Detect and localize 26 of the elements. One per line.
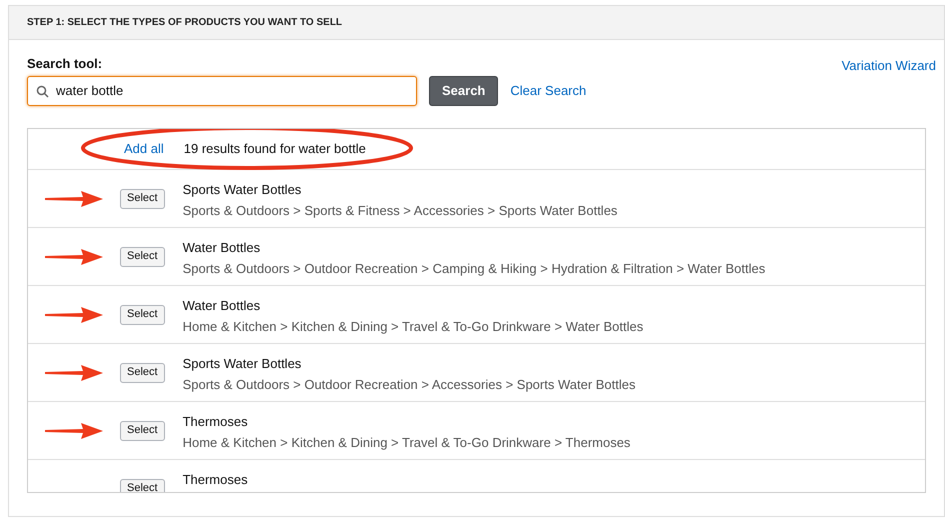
select-button[interactable]: Select	[120, 478, 165, 492]
clear-search-link[interactable]: Clear Search	[510, 80, 586, 100]
select-button[interactable]: Select	[120, 420, 165, 440]
category-path: Home & Kitchen > Kitchen & Dining > Travel & To-Go Drinkware > Water Bottles	[182, 318, 644, 336]
category-name: Sports Water Bottles	[182, 180, 302, 199]
search-icon	[36, 84, 49, 98]
category-path: Sports & Outdoors > Outdoor Recreation > Camping & Hiking > Hydration & Filtration > Water Bottles	[182, 260, 766, 278]
search-field[interactable]: water bottle	[27, 76, 417, 106]
panel-header: STEP 1: SELECT THE TYPES OF PRODUCTS YOU WANT TO SELL	[9, 6, 944, 40]
category-name: Water Bottles	[182, 296, 262, 314]
category-name: Thermoses	[182, 412, 249, 430]
add-all-link[interactable]: Add all	[124, 138, 164, 158]
select-button[interactable]: Select	[120, 188, 165, 208]
category-path: Sports & Outdoors > Outdoor Recreation > Accessories > Sports Water Bottles	[182, 376, 636, 394]
category-path: Home & Kitchen > Kitchen & Dining > Travel & To-Go Drinkware > Thermoses	[182, 434, 630, 452]
category-name: Sports Water Bottles	[182, 354, 302, 373]
variation-wizard-link[interactable]: Variation Wizard	[842, 56, 936, 76]
category-path: Sports & Outdoors > Sports & Fitness > Accessories > Sports Water Bottles	[182, 202, 618, 220]
select-button[interactable]: Select	[120, 304, 165, 324]
select-button[interactable]: Select	[120, 362, 165, 382]
results-summary: 19 results found for water bottle	[184, 140, 366, 158]
search-button[interactable]: Search	[429, 76, 498, 106]
select-button[interactable]: Select	[120, 246, 165, 266]
search-label: Search tool:	[27, 55, 104, 73]
category-name: Thermoses	[182, 470, 248, 488]
category-name: Water Bottles	[182, 238, 262, 256]
